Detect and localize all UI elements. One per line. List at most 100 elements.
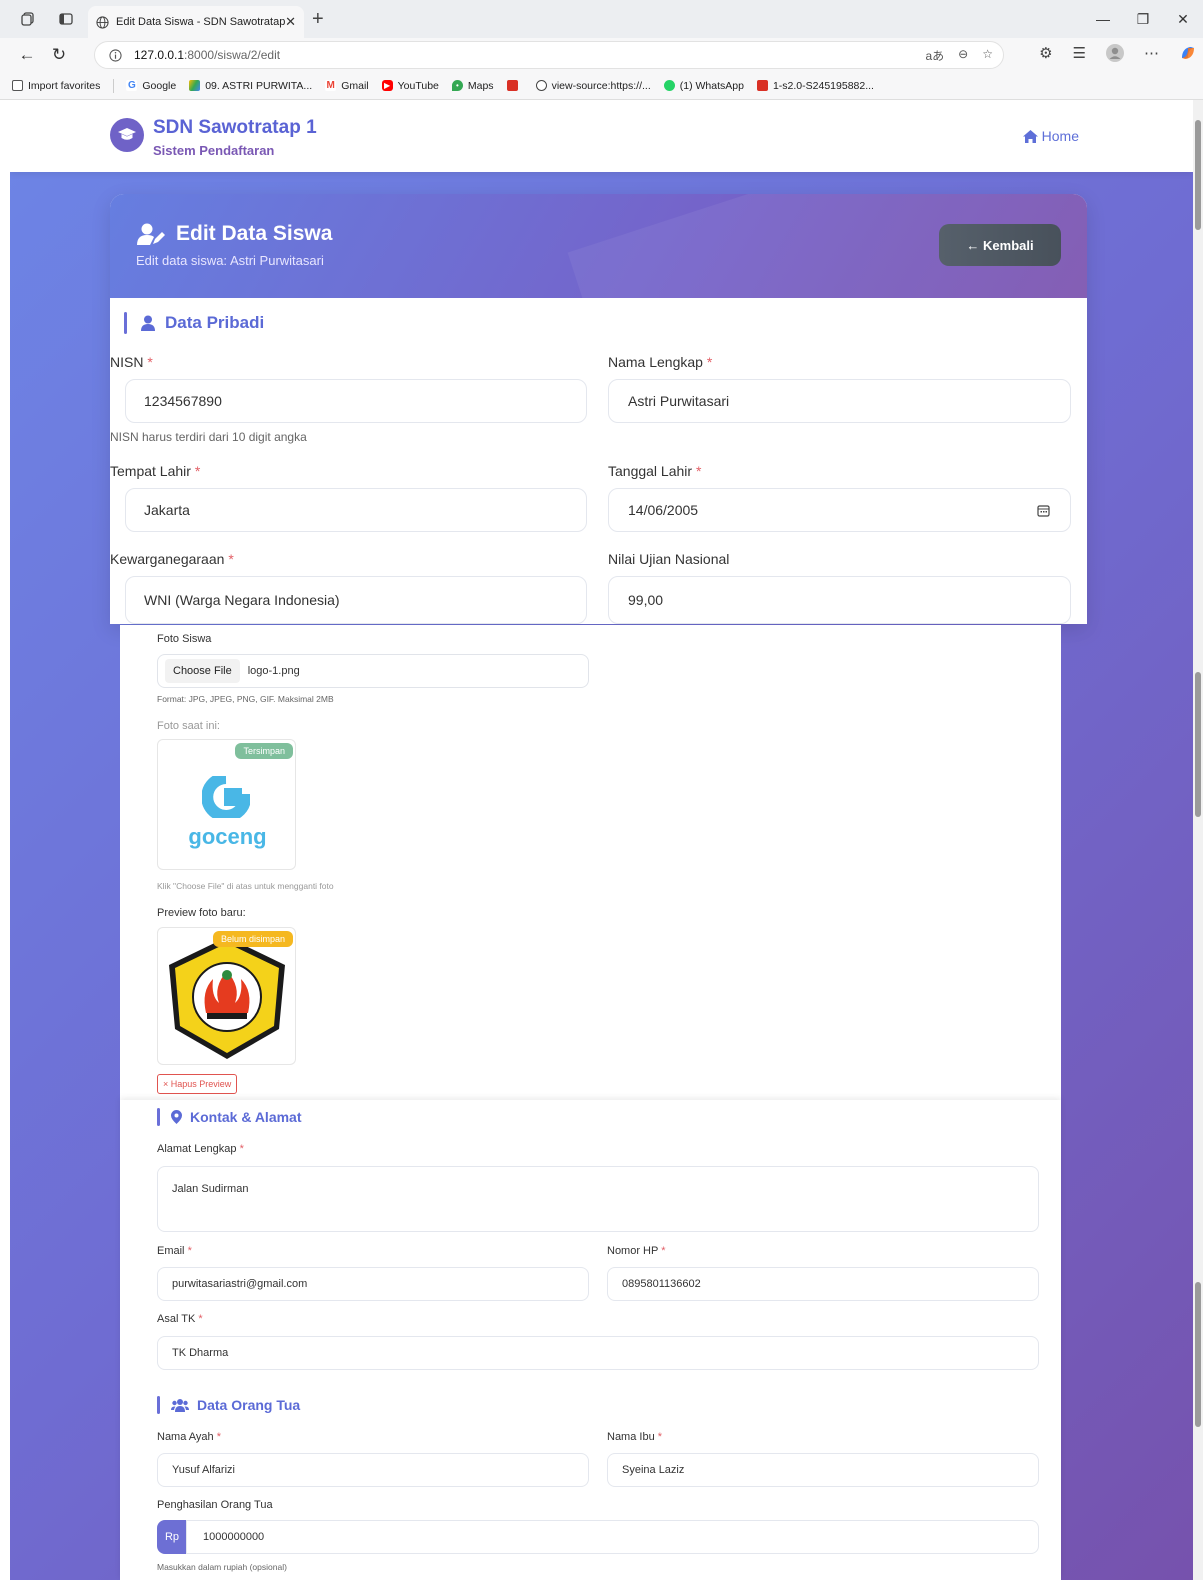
home-label: Home — [1041, 128, 1079, 144]
foto-label: Foto Siswa — [157, 633, 212, 645]
ibu-input[interactable]: Syeina Laziz — [607, 1453, 1039, 1487]
tanggal-lahir-input[interactable]: 14/06/2005 — [608, 488, 1071, 532]
close-window-button[interactable]: ✕ — [1163, 11, 1203, 28]
close-tab-icon[interactable]: ✕ — [285, 14, 296, 30]
foto-file-input[interactable]: Choose File logo-1.png — [157, 654, 589, 688]
info-icon[interactable] — [109, 48, 122, 62]
penghasilan-label: Penghasilan Orang Tua — [157, 1499, 273, 1511]
bookmark-separator — [113, 78, 115, 93]
unsaved-badge: Belum disimpan — [212, 931, 293, 947]
ayah-label: Nama Ayah * — [157, 1431, 222, 1443]
scrollbar-thumb[interactable] — [1195, 1282, 1201, 1427]
browser-tab-active[interactable]: Edit Data Siswa - SDN Sawotratap ✕ — [88, 6, 304, 38]
hp-label: Nomor HP * — [607, 1245, 666, 1257]
home-icon — [1022, 129, 1038, 143]
address-bar[interactable]: 127.0.0.1:8000/siswa/2/edit aあ ⊖ ☆ — [94, 41, 1004, 69]
star-icon[interactable]: ☆ — [982, 47, 993, 64]
current-photo-label: Foto saat ini: — [157, 720, 220, 732]
goceng-logo-mark — [202, 776, 250, 818]
penghasilan-help: Masukkan dalam rupiah (opsional) — [157, 1562, 287, 1572]
user-icon — [141, 315, 155, 331]
url-host: 127.0.0.1 — [134, 48, 185, 62]
saved-badge: Tersimpan — [235, 743, 293, 759]
photo-section: Foto Siswa Choose File logo-1.png Format… — [120, 625, 1061, 1100]
back-button[interactable]: ← Kembali — [939, 224, 1061, 266]
site-navbar: SDN Sawotratap 1 Sistem Pendaftaran Home — [10, 100, 1193, 172]
ibu-label: Nama Ibu * — [607, 1431, 663, 1443]
home-link[interactable]: Home — [1022, 128, 1079, 144]
url-path: :8000/siswa/2/edit — [184, 48, 281, 62]
scrollbar-thumb[interactable] — [1195, 120, 1201, 230]
map-marker-icon — [171, 1110, 182, 1124]
calendar-icon[interactable] — [1037, 504, 1050, 517]
restore-button[interactable]: ❐ — [1123, 11, 1163, 28]
kewarganegaraan-label: Kewarganegaraan * — [110, 551, 234, 567]
alamat-label: Alamat Lengkap * — [157, 1143, 244, 1155]
email-input[interactable]: purwitasariastri@gmail.com — [157, 1267, 589, 1301]
page-viewport: SDN Sawotratap 1 Sistem Pendaftaran Home… — [10, 100, 1193, 1580]
window-controls: — ❐ ✕ — [1083, 0, 1203, 38]
refresh-icon[interactable]: ↻ — [48, 45, 70, 65]
section-bar — [157, 1396, 160, 1414]
workspaces-icon[interactable] — [56, 9, 76, 29]
bookmark-youtube[interactable]: ▶ YouTube — [381, 80, 439, 92]
nama-label: Nama Lengkap * — [608, 354, 713, 370]
bookmark-drive[interactable]: 09. ASTRI PURWITA... — [189, 80, 312, 92]
bookmark-import-favorites[interactable]: Import favorites — [12, 80, 100, 92]
nilai-input[interactable]: 99,00 — [608, 576, 1071, 624]
nilai-label: Nilai Ujian Nasional — [608, 551, 730, 567]
format-help: Format: JPG, JPEG, PNG, GIF. Maksimal 2M… — [157, 694, 334, 704]
more-info-icon[interactable]: ⊖ — [958, 47, 968, 64]
penghasilan-input[interactable]: 1000000000 — [186, 1520, 1039, 1554]
bookmark-google[interactable]: G Google — [126, 80, 176, 92]
page-subtitle: Edit data siswa: Astri Purwitasari — [136, 253, 324, 268]
copilot-icon[interactable] — [1179, 44, 1197, 62]
ayah-input[interactable]: Yusuf Alfarizi — [157, 1453, 589, 1487]
scrollbar-thumb[interactable] — [1195, 672, 1201, 817]
bookmark-whatsapp[interactable]: (1) WhatsApp — [663, 80, 744, 92]
minimize-button[interactable]: — — [1083, 11, 1123, 27]
bookmark-gmail[interactable]: M Gmail — [325, 80, 369, 92]
bookmark-pdf[interactable] — [506, 80, 523, 91]
section-bar — [157, 1108, 160, 1126]
edit-form-card: Edit Data Siswa Edit data siswa: Astri P… — [110, 194, 1087, 624]
choose-file-button[interactable]: Choose File — [165, 659, 240, 683]
users-icon — [171, 1398, 189, 1412]
asal-tk-input[interactable]: TK Dharma — [157, 1336, 1039, 1370]
page-scrollbar[interactable] — [1193, 100, 1203, 1580]
section-data-pribadi: Data Pribadi — [124, 311, 264, 335]
currency-prefix: Rp — [157, 1520, 187, 1554]
address-bar-row: ← ↻ 127.0.0.1:8000/siswa/2/edit aあ ⊖ ☆ ⚙… — [0, 38, 1203, 72]
nama-input[interactable]: Astri Purwitasari — [608, 379, 1071, 423]
read-aloud-icon[interactable]: aあ — [925, 47, 944, 64]
bookmark-pdf-paper[interactable]: 1-s2.0-S245195882... — [756, 80, 874, 92]
section-title-text: Data Pribadi — [165, 313, 265, 332]
more-icon[interactable]: ⋯ — [1144, 44, 1159, 62]
tab-actions-icon[interactable] — [18, 9, 38, 29]
profile-icon[interactable] — [1106, 44, 1124, 62]
hp-input[interactable]: 0895801136602 — [607, 1267, 1039, 1301]
card-header: Edit Data Siswa Edit data siswa: Astri P… — [110, 194, 1087, 298]
remove-preview-button[interactable]: × Hapus Preview — [157, 1074, 238, 1094]
page-title: Edit Data Siswa — [136, 222, 332, 246]
replace-help: Klik "Choose File" di atas untuk menggan… — [157, 881, 334, 891]
brand-subtitle: Sistem Pendaftaran — [153, 143, 275, 158]
alamat-textarea[interactable]: Jalan Sudirman — [157, 1166, 1039, 1232]
kewarganegaraan-select[interactable]: WNI (Warga Negara Indonesia) — [125, 576, 587, 624]
favorites-icon[interactable]: ☰ — [1073, 44, 1086, 62]
bookmark-maps[interactable]: • Maps — [451, 80, 494, 92]
new-tab-button[interactable]: + — [312, 9, 324, 29]
nisn-label: NISN * — [110, 354, 153, 370]
current-photo: Tersimpan goceng — [157, 739, 296, 870]
tempat-lahir-input[interactable]: Jakarta — [125, 488, 587, 532]
preview-label: Preview foto baru: — [157, 907, 246, 919]
back-arrow-icon[interactable]: ← — [16, 45, 38, 65]
extensions-icon[interactable]: ⚙ — [1039, 44, 1052, 62]
nisn-help: NISN harus terdiri dari 10 digit angka — [110, 430, 307, 444]
bookmark-view-source[interactable]: view-source:https://... — [535, 80, 651, 92]
nisn-input[interactable]: 1234567890 — [125, 379, 587, 423]
section-bar — [124, 312, 127, 334]
user-edit-icon — [136, 222, 166, 246]
graduation-cap-icon[interactable] — [110, 118, 144, 152]
brand-title[interactable]: SDN Sawotratap 1 — [153, 117, 317, 139]
